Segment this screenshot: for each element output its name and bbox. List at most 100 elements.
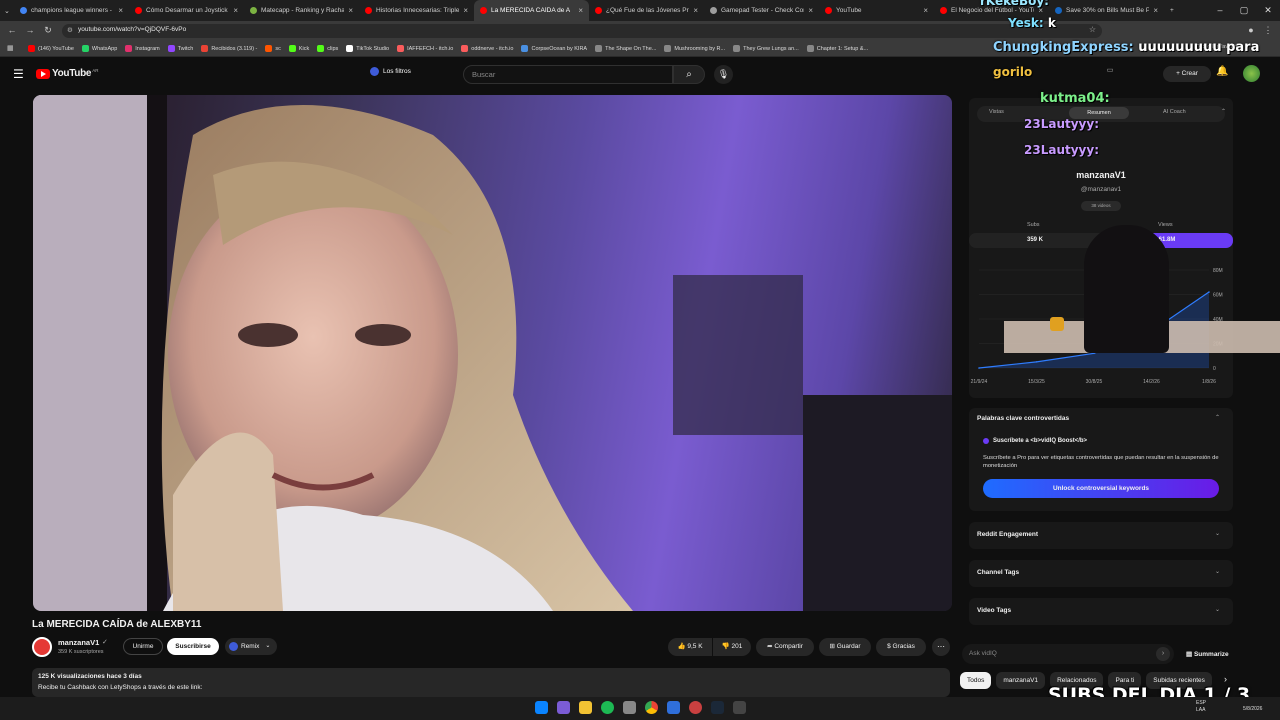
cast-icon[interactable]: ▭: [1100, 66, 1120, 82]
share-button[interactable]: ➦ Compartir: [756, 638, 814, 656]
bookmark-item[interactable]: sc: [265, 45, 281, 52]
bookmark-item[interactable]: Kick: [288, 45, 309, 52]
minimize-icon[interactable]: –: [1208, 0, 1232, 21]
forward-icon[interactable]: →: [24, 25, 36, 35]
reload-icon[interactable]: ↻: [42, 25, 54, 36]
save-button[interactable]: ⊞ Guardar: [819, 638, 871, 656]
chat-text: uuuuuuuuu para: [1138, 40, 1260, 55]
browser-menu-icon[interactable]: ⋮: [1262, 25, 1274, 36]
windows-start-icon[interactable]: [535, 701, 548, 714]
bookmark-item[interactable]: Instagram: [125, 45, 160, 52]
channel-avatar[interactable]: [32, 637, 52, 657]
tab-close-icon[interactable]: ×: [578, 6, 583, 15]
video-tags-card[interactable]: Video Tags ⌄: [969, 598, 1233, 625]
browser-tab[interactable]: Cómo Desarmar un Joystick d ×: [129, 0, 244, 21]
bookmark-item[interactable]: CorpseOcean by KIRA: [521, 45, 587, 52]
tab-title: YouTube: [836, 7, 862, 14]
spotify-icon[interactable]: [601, 701, 614, 714]
bookmark-item[interactable]: They Grew Lungs an...: [733, 45, 799, 52]
tab-close-icon[interactable]: ×: [808, 6, 813, 15]
maximize-icon[interactable]: ▢: [1232, 0, 1256, 21]
bookmark-item[interactable]: Twitch: [167, 45, 193, 52]
new-tab-icon[interactable]: +: [1164, 0, 1180, 21]
back-icon[interactable]: ←: [6, 25, 18, 35]
search-input[interactable]: Buscar: [463, 65, 673, 84]
like-button[interactable]: 👍 9,5 K: [668, 638, 712, 656]
language-indicator[interactable]: ESP LAA: [1196, 700, 1208, 714]
bookmark-item[interactable]: Recibidos (3.119) -: [201, 45, 257, 52]
chips-next-icon[interactable]: ›: [1224, 674, 1227, 684]
bookmark-item[interactable]: IAFFEFCH - itch.io: [397, 45, 453, 52]
omnibox[interactable]: ⚙ youtube.com/watch?v=QjDQVF-6vPo ☆: [62, 24, 1102, 38]
summarize-button[interactable]: ▤ Summarize: [1186, 650, 1229, 658]
bookmark-item[interactable]: The Shape On The...: [595, 45, 656, 52]
browser-tab[interactable]: Historias Innecesarias: Triple ! ×: [359, 0, 474, 21]
reddit-engagement-card[interactable]: Reddit Engagement ⌄: [969, 522, 1233, 549]
description-box[interactable]: 125 K visualizaciones hace 3 días Recibe…: [32, 668, 950, 697]
thanks-button[interactable]: $ Gracias: [876, 638, 926, 656]
app-icon-5[interactable]: [733, 701, 746, 714]
voice-search-button[interactable]: 🎙: [714, 65, 733, 84]
notifications-bell-icon[interactable]: 🔔: [1216, 66, 1228, 77]
bookmark-item[interactable]: Chapter 1: Setup &...: [806, 45, 868, 52]
tab-ai-coach[interactable]: AI Coach: [1163, 109, 1186, 115]
browser-tab[interactable]: YouTube ×: [819, 0, 934, 21]
join-button[interactable]: Unirme: [123, 638, 163, 655]
chevron-down-icon: ⌄: [265, 643, 271, 649]
subscribe-button[interactable]: Suscribirse: [167, 638, 219, 655]
tab-close-icon[interactable]: ×: [1153, 6, 1158, 15]
youtube-logo[interactable]: YouTube AR: [36, 68, 98, 79]
ask-vidiq-input[interactable]: Ask vidIQ ›: [962, 644, 1174, 664]
app-icon-2[interactable]: [623, 701, 636, 714]
profile-icon[interactable]: ●: [1245, 25, 1257, 35]
tab-search-icon[interactable]: ⌄: [0, 0, 14, 21]
browser-tab[interactable]: ¿Qué Fue de las Jóvenes Prom ×: [589, 0, 704, 21]
chrome-icon[interactable]: [645, 701, 658, 714]
browser-tab[interactable]: champions league winners - B ×: [14, 0, 129, 21]
app-icon-3[interactable]: [667, 701, 680, 714]
bookmark-label: WhatsApp: [91, 45, 118, 52]
create-button[interactable]: + Crear: [1163, 66, 1211, 82]
unlock-keywords-button[interactable]: Unlock controversial keywords: [983, 479, 1219, 498]
tab-close-icon[interactable]: ×: [348, 6, 353, 15]
more-actions-icon[interactable]: ⋯: [932, 638, 950, 656]
bookmark-item[interactable]: oddnerve - itch.io: [461, 45, 513, 52]
channel-tags-card[interactable]: Channel Tags ⌄: [969, 560, 1233, 587]
menu-icon[interactable]: ☰: [13, 67, 24, 81]
app-icon-1[interactable]: [557, 701, 570, 714]
close-icon[interactable]: ✕: [1256, 0, 1280, 21]
site-info-icon[interactable]: ⚙: [67, 26, 73, 34]
remix-button[interactable]: Remix ⌄: [225, 638, 277, 655]
tab-close-icon[interactable]: ×: [233, 6, 238, 15]
video-player[interactable]: [33, 95, 952, 611]
tab-close-icon[interactable]: ×: [463, 6, 468, 15]
bookmark-item[interactable]: clips: [317, 45, 338, 52]
steam-icon[interactable]: [711, 701, 724, 714]
collapse-controversial-icon[interactable]: ⌃: [1215, 414, 1220, 421]
bookmark-item[interactable]: TikTok Studio: [346, 45, 389, 52]
channel-name[interactable]: manzanaV1: [58, 638, 99, 647]
avatar[interactable]: [1243, 65, 1260, 82]
folder-icon[interactable]: [579, 701, 592, 714]
bookmark-star-icon[interactable]: ☆: [1089, 25, 1096, 34]
filter-chip[interactable]: Todos: [960, 672, 992, 689]
browser-tab[interactable]: Save 30% on Bills Must Be Pa ×: [1049, 0, 1164, 21]
bookmark-item[interactable]: WhatsApp: [81, 45, 118, 52]
search-button[interactable]: ⌕: [673, 65, 705, 84]
tab-close-icon[interactable]: ×: [118, 6, 123, 15]
browser-tab[interactable]: La MERECIDA CAÍDA de A ×: [474, 0, 589, 21]
apps-icon[interactable]: ▦: [7, 44, 14, 52]
filter-chip[interactable]: manzanaV1: [996, 672, 1046, 689]
bookmark-item[interactable]: Mushrooming by R...: [664, 45, 725, 52]
dislike-button[interactable]: 👎 201: [713, 638, 751, 656]
bookmark-item[interactable]: (146) YouTube: [28, 45, 74, 52]
browser-tab[interactable]: Gamepad Tester - Check Con ×: [704, 0, 819, 21]
send-icon[interactable]: ›: [1156, 647, 1170, 661]
filters-button[interactable]: Los filtros: [370, 67, 411, 76]
tab-close-icon[interactable]: ×: [693, 6, 698, 15]
tab-vistas[interactable]: Vistas: [989, 109, 1004, 115]
browser-tab[interactable]: Matecapp - Ranking y Racha ×: [244, 0, 359, 21]
collapse-icon[interactable]: ⌃: [1221, 108, 1226, 115]
tab-close-icon[interactable]: ×: [923, 6, 928, 15]
app-icon-4[interactable]: [689, 701, 702, 714]
